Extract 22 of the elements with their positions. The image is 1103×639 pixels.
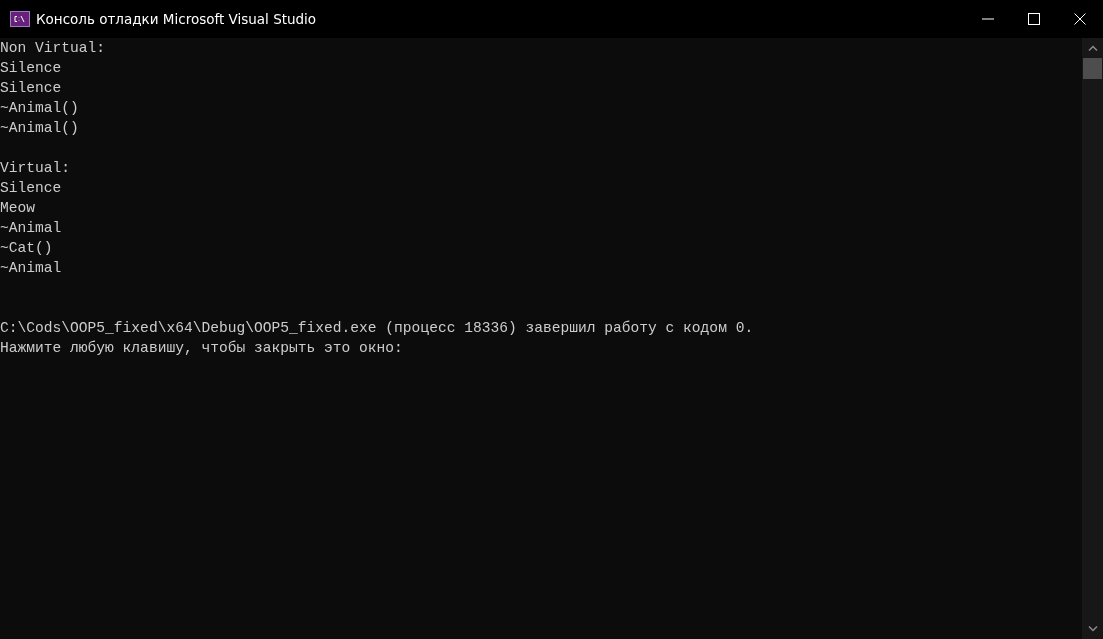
console-line: Silence <box>0 180 62 196</box>
console-line: Meow <box>0 200 36 216</box>
console-line: ~Animal <box>0 260 62 276</box>
scroll-down-icon[interactable] <box>1087 626 1098 632</box>
close-icon <box>1074 13 1086 25</box>
console-line: ~Cat() <box>0 240 53 256</box>
window-title: Консоль отладки Microsoft Visual Studio <box>36 9 317 29</box>
minimize-icon <box>982 18 994 20</box>
console-app-icon <box>10 11 30 27</box>
scrollbar[interactable] <box>1082 38 1103 639</box>
console-line: Virtual: <box>0 160 71 176</box>
maximize-icon <box>1028 13 1040 25</box>
console-line: ~Animal <box>0 220 62 236</box>
console-line: ~Animal() <box>0 100 79 116</box>
console-line: C:\Cods\OOP5_fixed\x64\Debug\OOP5_fixed.exe (процесс 18336) завершил работу с кодом 0. <box>0 320 754 336</box>
scroll-thumb[interactable] <box>1083 58 1102 79</box>
console-line: Silence <box>0 60 62 76</box>
console-line: Silence <box>0 80 62 96</box>
console-line: ~Animal() <box>0 120 79 136</box>
console-line: Нажмите любую клавишу, чтобы закрыть это окно: <box>0 340 403 356</box>
scroll-up-icon[interactable] <box>1087 45 1098 51</box>
console-line: Non Virtual: <box>0 40 106 56</box>
